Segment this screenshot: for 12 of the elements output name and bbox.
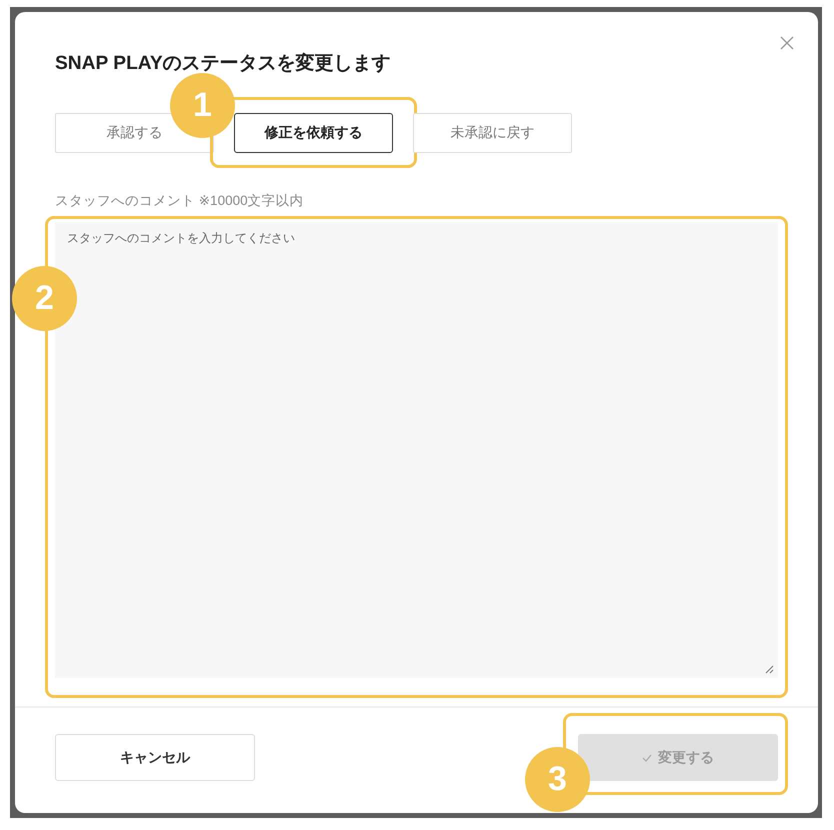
cancel-button[interactable]: キャンセル — [55, 734, 255, 781]
check-icon — [642, 754, 652, 762]
number-callout-overlay: 1 — [170, 73, 235, 138]
status-tab[interactable]: 未承認に戻す — [413, 113, 572, 153]
comment-label: スタッフへのコメント ※10000文字以内 — [55, 192, 304, 210]
status-tab[interactable]: 修正を依頼する — [234, 113, 393, 153]
number-callout-overlay: 2 — [12, 266, 77, 331]
dialog-title: SNAP PLAYのステータスを変更します — [55, 52, 391, 76]
number-callout-overlay: 3 — [525, 747, 590, 812]
close-icon[interactable] — [780, 36, 794, 50]
comment-field[interactable]: スタッフへのコメントを入力してください — [55, 222, 778, 678]
resize-grip-icon[interactable] — [765, 665, 774, 674]
